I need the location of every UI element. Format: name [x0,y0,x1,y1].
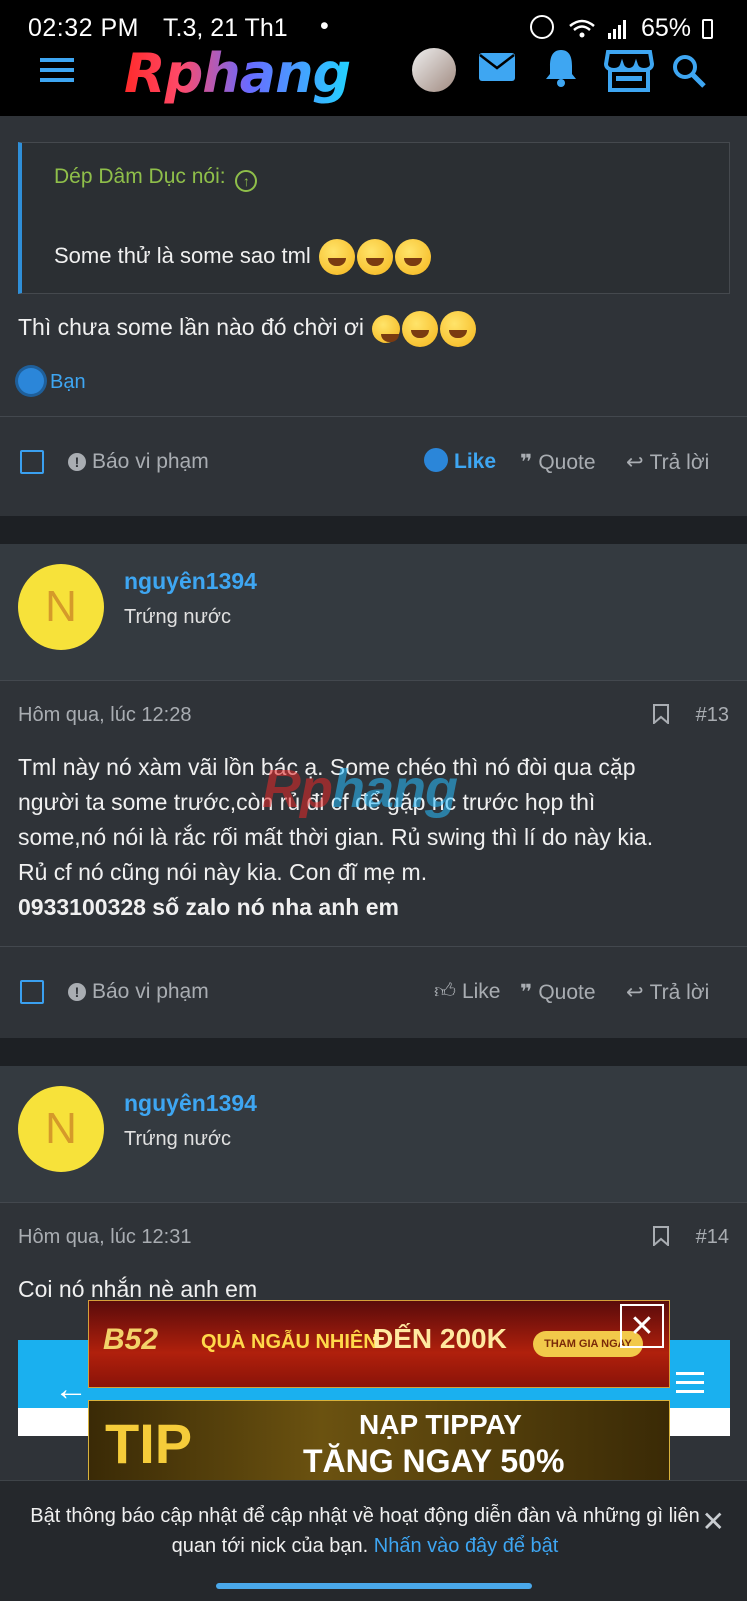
select-checkbox[interactable] [20,450,44,474]
quote-button[interactable]: ❞ Quote [520,450,596,475]
site-logo[interactable]: Rphang [124,42,351,105]
ad-text: QUÀ NGẪU NHIÊN [201,1331,378,1353]
home-indicator[interactable] [216,1583,532,1589]
username[interactable]: nguyên1394 [124,1090,257,1117]
reply-icon: ↩ [626,981,644,1004]
user-title: Trứng nước [124,606,231,628]
bookmark-icon[interactable] [653,704,669,726]
user-avatar[interactable] [412,48,456,92]
close-ad-button[interactable]: ✕ [620,1304,664,1348]
enable-notifications-link[interactable]: Nhấn vào đây để bật [374,1535,559,1557]
report-button[interactable]: ! Báo vi phạm [68,450,209,474]
reply-button[interactable]: ↩ Trả lời [626,450,709,475]
quote-button[interactable]: ❞ Quote [520,980,596,1005]
laughing-emoji-icon [394,239,431,275]
divider [0,946,747,947]
ad-banner-tip[interactable]: TIP NẠP TIPPAY TĂNG NGAY 50% [88,1400,670,1484]
post-timestamp[interactable]: Hôm qua, lúc 12:28 [18,704,191,727]
store-icon[interactable] [603,48,655,97]
mail-icon[interactable] [478,52,516,87]
reply-icon: ↩ [626,451,644,474]
like-button[interactable]: 👍︎ Like [434,978,500,1004]
battery-icon [702,19,713,39]
quote-icon: ❞ [520,981,533,1004]
battery-level: 65% [641,14,692,42]
bell-icon[interactable] [544,48,578,93]
thumbs-up-icon: 👍︎ [434,980,456,1003]
bookmark-icon[interactable] [653,1226,669,1248]
status-time: 02:32 PM [28,14,140,42]
menu-icon [676,1370,704,1401]
notification-text: Bật thông báo cập nhật để cập nhật về ho… [30,1505,700,1557]
avatar[interactable]: N [18,1086,104,1172]
ad-banner-b52[interactable]: B52 QUÀ NGẪU NHIÊN ĐẾN 200K THAM GIA NGA… [88,1300,670,1388]
post-card-12: Dép Dâm Dục nói: ↑ Some thử là some sao … [0,116,747,516]
laughing-emoji-icon [356,239,393,275]
alert-icon: ! [68,453,86,471]
divider [0,416,747,417]
menu-icon[interactable] [40,56,76,89]
alarm-icon [530,15,555,39]
reply-button[interactable]: ↩ Trả lời [626,980,709,1005]
back-arrow-icon: ← [54,1370,88,1408]
search-icon[interactable] [672,54,706,93]
status-icons: 65% [530,14,713,43]
laughing-emoji-icon [318,239,355,275]
jump-to-quote-icon[interactable]: ↑ [235,170,258,192]
quote-text: Some thử là some sao tml [54,239,431,275]
report-button[interactable]: ! Báo vi phạm [68,980,209,1004]
woozy-emoji-icon [372,314,401,343]
post-author-bar [0,1066,747,1202]
quote-author[interactable]: Dép Dâm Dục nói: ↑ [54,165,258,192]
post-timestamp[interactable]: Hôm qua, lúc 12:31 [18,1226,191,1249]
username[interactable]: nguyên1394 [124,568,257,595]
select-checkbox[interactable] [20,980,44,1004]
post-author-bar [0,544,747,680]
divider [0,680,747,681]
signal-icon [608,17,628,39]
site-watermark: Rphang [262,759,458,819]
thumbs-up-icon [424,448,448,472]
user-title: Trứng nước [124,1128,231,1150]
alert-icon: ! [68,983,86,1001]
sweat-smile-emoji-icon [440,310,477,347]
post-body: Thì chưa some lần nào đó chời ơi [18,310,477,347]
close-notification-button[interactable]: ✕ [702,1505,725,1538]
post-number[interactable]: #14 [696,1226,729,1249]
sweat-smile-emoji-icon [402,310,439,347]
wifi-icon [569,17,595,38]
like-button[interactable]: Like [424,448,496,474]
ad-amount: ĐẾN 200K [373,1323,507,1354]
phone-line: 0933100328 số zalo nó nha anh em [18,894,399,920]
like-reaction-icon [18,368,44,394]
ad-line2: TĂNG NGAY 50% [303,1443,565,1479]
ad-brand: TIP [105,1412,193,1475]
quote-block: Dép Dâm Dục nói: ↑ Some thử là some sao … [18,142,730,294]
reaction-summary[interactable]: Bạn [18,368,86,394]
divider [0,1202,747,1203]
ad-line1: NẠP TIPPAY [359,1409,522,1440]
status-date: T.3, 21 Th1 [163,14,288,42]
ad-brand: B52 [103,1323,159,1356]
post-number[interactable]: #13 [696,704,729,727]
avatar[interactable]: N [18,564,104,650]
status-dot: • [320,12,329,40]
app-header: 02:32 PM T.3, 21 Th1 • 65% Rphang [0,0,747,116]
quote-icon: ❞ [520,451,533,474]
